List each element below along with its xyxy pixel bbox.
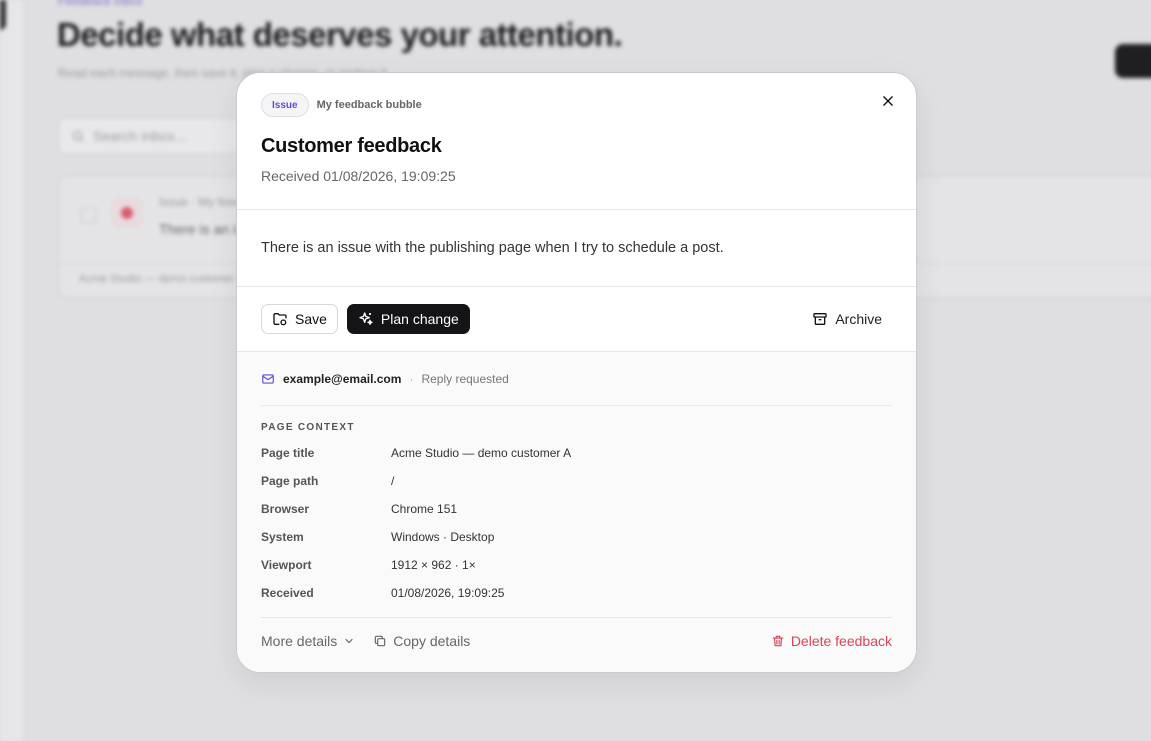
- context-row-received: Received 01/08/2026, 19:09:25: [261, 579, 892, 607]
- tag-row: Issue My feedback bubble: [261, 93, 892, 117]
- context-value: /: [391, 474, 395, 488]
- copy-details-label: Copy details: [393, 633, 471, 649]
- context-key: Page path: [261, 474, 319, 488]
- context-value: Windows · Desktop: [391, 530, 495, 544]
- context-key: Received: [261, 586, 314, 600]
- inbox-item-checkbox[interactable]: [81, 207, 97, 223]
- breadcrumb: Feedback inbox: [58, 0, 143, 8]
- context-row-page-title: Page title Acme Studio — demo customer A: [261, 439, 892, 467]
- plan-change-label: Plan change: [380, 311, 459, 327]
- source-label: My feedback bubble: [316, 99, 422, 111]
- close-button[interactable]: [874, 87, 902, 115]
- close-icon: [883, 96, 893, 106]
- context-key: System: [261, 530, 304, 544]
- trash-icon: [772, 635, 784, 647]
- context-key: Page title: [261, 446, 315, 460]
- app-logo: [0, 0, 6, 30]
- sparkles-icon: [359, 312, 373, 325]
- more-details-button[interactable]: More details: [261, 633, 355, 649]
- page-heading: Decide what deserves your attention.: [57, 16, 623, 53]
- plan-change-button[interactable]: Plan change: [346, 304, 470, 334]
- delete-feedback-label: Delete feedback: [790, 633, 892, 649]
- context-row-viewport: Viewport 1912 × 962 · 1×: [261, 551, 892, 579]
- feedback-message: There is an issue with the publishing pa…: [237, 210, 916, 287]
- copy-icon: [375, 635, 386, 647]
- inbox-item-avatar: [111, 197, 143, 229]
- contact-separator: ·: [409, 371, 414, 386]
- feedback-dialog: Issue My feedback bubble Customer feedba…: [236, 72, 917, 673]
- archive-label: Archive: [835, 311, 882, 327]
- context-row-browser: Browser Chrome 151: [261, 495, 892, 523]
- save-label: Save: [295, 311, 327, 327]
- dialog-title: Customer feedback: [261, 135, 442, 157]
- chevron-down-icon: [345, 638, 353, 644]
- contact-row: example@email.com · Reply requested: [261, 352, 892, 406]
- dialog-footer: More details Copy details Delete feedbac…: [261, 617, 892, 664]
- context-value: Chrome 151: [391, 502, 458, 516]
- contact-email[interactable]: example@email.com: [283, 372, 401, 386]
- save-button[interactable]: Save: [261, 304, 338, 334]
- details-panel: example@email.com · Reply requested PAGE…: [237, 352, 916, 672]
- mail-icon: [262, 373, 274, 384]
- background-button: [1115, 44, 1151, 78]
- context-row-page-path: Page path /: [261, 467, 892, 495]
- search-placeholder: Search inbox...: [93, 128, 187, 144]
- more-details-label: More details: [261, 633, 338, 649]
- page-context-heading: PAGE CONTEXT: [261, 422, 355, 433]
- context-value: Acme Studio — demo customer A: [391, 446, 572, 460]
- dialog-header: Issue My feedback bubble Customer feedba…: [237, 73, 916, 210]
- inbox-item-footer: Acme Studio — demo customer A: [79, 273, 245, 285]
- archive-button[interactable]: Archive: [802, 304, 892, 334]
- page-context-list: Page title Acme Studio — demo customer A…: [261, 439, 892, 607]
- received-timestamp: Received 01/08/2026, 19:09:25: [261, 168, 456, 184]
- action-bar: Save Plan change Archive: [237, 287, 916, 352]
- folder-save-icon: [273, 313, 287, 326]
- archive-box-icon: [813, 313, 827, 325]
- context-value: 1912 × 962 · 1×: [391, 558, 476, 572]
- context-key: Viewport: [261, 558, 312, 572]
- context-key: Browser: [261, 502, 310, 516]
- type-badge: Issue: [261, 93, 309, 117]
- reply-status: Reply requested: [421, 371, 509, 386]
- sidebar-rail: [0, 0, 25, 741]
- context-row-system: System Windows · Desktop: [261, 523, 892, 551]
- search-icon: [72, 130, 84, 142]
- context-value: 01/08/2026, 19:09:25: [391, 586, 505, 600]
- copy-details-button[interactable]: Copy details: [373, 633, 470, 649]
- delete-feedback-button[interactable]: Delete feedback: [771, 633, 892, 649]
